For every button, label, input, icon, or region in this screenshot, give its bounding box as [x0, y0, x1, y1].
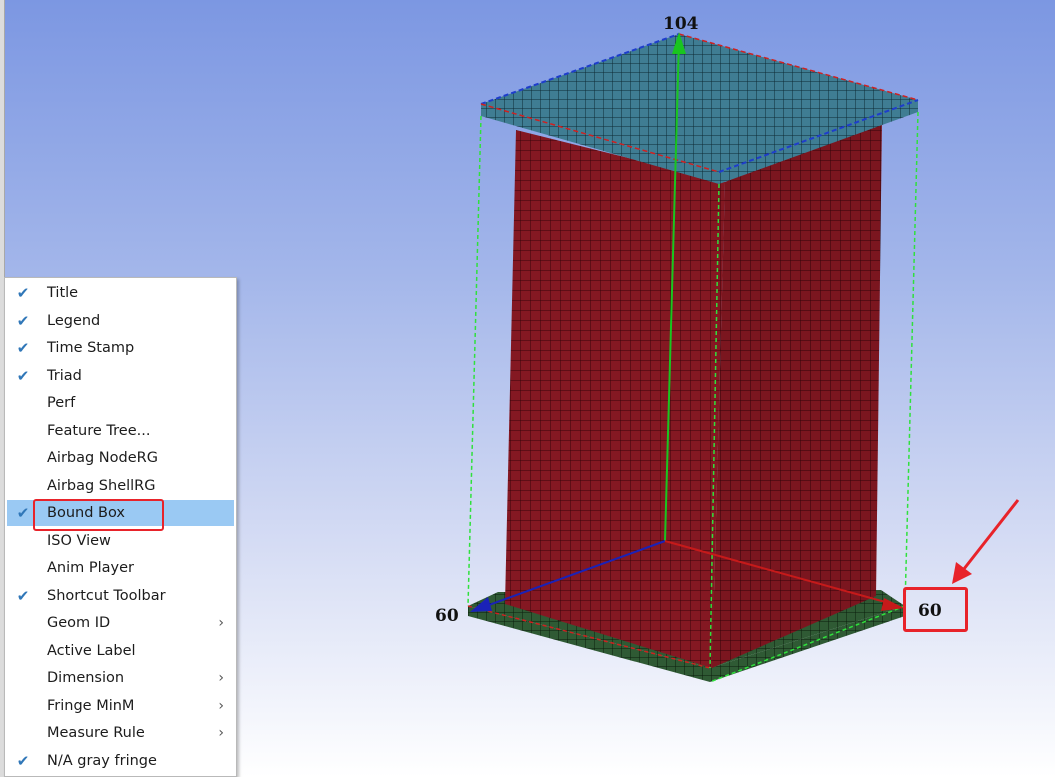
- menu-item-airbag-noderg[interactable]: Airbag NodeRG: [7, 445, 234, 471]
- chevron-right-icon: ›: [218, 615, 224, 631]
- menu-item-fringe-minm[interactable]: Fringe MinM ›: [7, 693, 234, 719]
- chevron-right-icon: ›: [218, 697, 224, 714]
- menu-item-label: Dimension: [47, 670, 125, 686]
- menu-item-iso-view[interactable]: ISO View: [7, 528, 234, 554]
- menu-item-airbag-shellrg[interactable]: Airbag ShellRG: [7, 473, 234, 499]
- menu-item-label: Legend: [47, 312, 101, 329]
- menu-item-active-label[interactable]: Active Label: [7, 638, 234, 664]
- menu-item-label: Feature Tree...: [47, 422, 151, 439]
- menu-item-na-gray-fringe[interactable]: ✔ N/A gray fringe: [7, 748, 234, 774]
- checkmark-icon: ✔: [16, 586, 30, 605]
- menu-item-label: Measure Rule: [47, 725, 145, 741]
- menu-item-geom-id[interactable]: Geom ID ›: [7, 610, 234, 636]
- checkmark-icon: ✔: [16, 339, 30, 357]
- chevron-right-icon: ›: [218, 725, 224, 741]
- checkmark-icon: ✔: [16, 504, 30, 522]
- checkmark-icon: ✔: [16, 311, 30, 330]
- red-arrow-annotation: [952, 499, 1020, 584]
- menu-item-label: Airbag NodeRG: [47, 450, 158, 466]
- menu-item-feature-tree[interactable]: Feature Tree...: [7, 418, 234, 444]
- menu-item-label: Title: [47, 285, 79, 301]
- menu-item-time-stamp[interactable]: ✔ Time Stamp: [7, 335, 234, 361]
- menu-item-perf[interactable]: Perf: [7, 390, 234, 416]
- menu-item-label: Fringe MinM: [47, 697, 135, 714]
- menu-item-label: Perf: [47, 395, 76, 411]
- menu-item-title[interactable]: ✔ Title: [7, 280, 234, 306]
- bound-box-highlight-box: [33, 499, 164, 531]
- menu-item-label: Shortcut Toolbar: [47, 587, 166, 604]
- dimension-highlight-box: [903, 587, 968, 632]
- menu-item-label: Time Stamp: [47, 340, 135, 356]
- chevron-right-icon: ›: [218, 670, 224, 686]
- menu-item-anim-player[interactable]: Anim Player: [7, 555, 234, 581]
- checkmark-icon: ✔: [16, 284, 30, 302]
- menu-item-label: Geom ID: [47, 615, 111, 631]
- menu-item-label: ISO View: [47, 532, 111, 549]
- menu-item-label: N/A gray fringe: [47, 752, 157, 769]
- menu-item-label: Airbag ShellRG: [47, 477, 156, 494]
- menu-item-dimension[interactable]: Dimension ›: [7, 665, 234, 691]
- checkmark-icon: ✔: [16, 751, 30, 770]
- dimension-label-left: 60: [435, 606, 459, 626]
- menu-item-triad[interactable]: ✔ Triad: [7, 363, 234, 389]
- menu-item-label: Triad: [47, 367, 82, 384]
- checkmark-icon: ✔: [16, 366, 30, 385]
- menu-item-shortcut-toolbar[interactable]: ✔ Shortcut Toolbar: [7, 583, 234, 609]
- menu-item-label: Active Label: [47, 642, 136, 659]
- menu-item-label: Anim Player: [47, 560, 134, 576]
- menu-item-legend[interactable]: ✔ Legend: [7, 308, 234, 334]
- menu-item-measure-rule[interactable]: Measure Rule ›: [7, 720, 234, 746]
- dimension-label-height: 104: [663, 14, 699, 34]
